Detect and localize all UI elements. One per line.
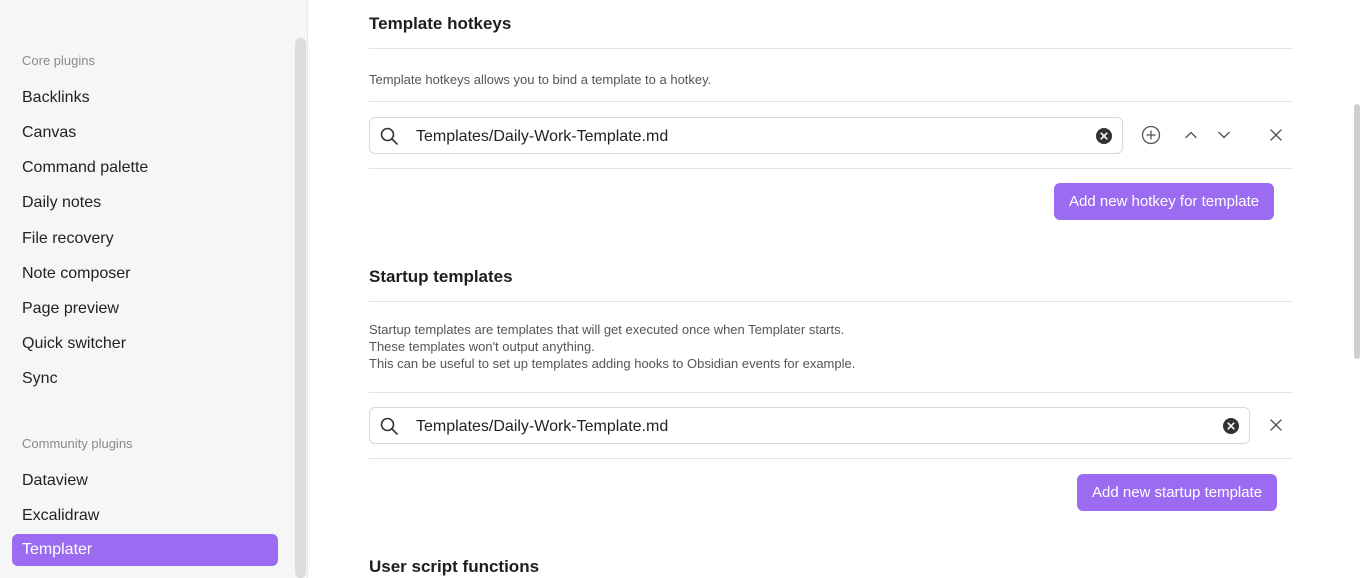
startup-templates-description: Startup templates are templates that wil…: [369, 321, 855, 372]
move-down-button[interactable]: [1212, 123, 1236, 147]
move-up-button[interactable]: [1179, 123, 1203, 147]
sidebar-item-canvas[interactable]: Canvas: [12, 117, 278, 149]
sidebar-item-file-recovery[interactable]: File recovery: [12, 223, 278, 255]
sidebar-item-command-palette[interactable]: Command palette: [12, 152, 278, 184]
sidebar-item-note-composer[interactable]: Note composer: [12, 258, 278, 290]
sidebar-item-excalidraw[interactable]: Excalidraw: [12, 500, 278, 532]
remove-hotkey-button[interactable]: [1264, 123, 1288, 147]
add-hotkey-button[interactable]: Add new hotkey for template: [1054, 183, 1275, 220]
divider: [369, 301, 1293, 302]
remove-startup-template-button[interactable]: [1264, 413, 1288, 437]
template-hotkeys-title: Template hotkeys: [369, 14, 512, 33]
divider: [369, 101, 1293, 102]
clear-icon[interactable]: [1096, 128, 1112, 144]
content-scrollbar[interactable]: [1354, 104, 1360, 359]
description-line: These templates won't output anything.: [369, 339, 595, 354]
divider: [369, 458, 1293, 459]
startup-template-value: Templates/Daily-Work-Template.md: [416, 418, 669, 435]
sidebar-item-sync[interactable]: Sync: [12, 363, 278, 395]
description-line: This can be useful to set up templates a…: [369, 356, 856, 371]
sidebar-item-daily-notes[interactable]: Daily notes: [12, 187, 278, 219]
template-hotkeys-description: Template hotkeys allows you to bind a te…: [369, 72, 712, 87]
startup-template-search-input[interactable]: Templates/Daily-Work-Template.md: [369, 407, 1250, 444]
close-icon: [1270, 419, 1282, 431]
divider: [369, 392, 1293, 393]
divider: [369, 48, 1293, 49]
add-hotkey-icon[interactable]: [1139, 123, 1163, 147]
startup-templates-title: Startup templates: [369, 267, 513, 286]
community-plugins-heading: Community plugins: [22, 436, 133, 451]
user-script-functions-title: User script functions: [369, 557, 540, 576]
add-circle-icon: [1141, 125, 1161, 145]
chevron-up-icon: [1185, 131, 1197, 139]
hotkey-template-search-input[interactable]: Templates/Daily-Work-Template.md: [369, 117, 1123, 154]
divider: [369, 168, 1293, 169]
sidebar-item-dataview[interactable]: Dataview: [12, 465, 278, 497]
close-icon: [1270, 129, 1282, 141]
core-plugins-heading: Core plugins: [22, 53, 95, 68]
sidebar-item-backlinks[interactable]: Backlinks: [12, 82, 278, 114]
clear-icon[interactable]: [1223, 418, 1239, 434]
settings-content: Template hotkeys Template hotkeys allows…: [369, 0, 1293, 578]
description-line: Startup templates are templates that wil…: [369, 322, 845, 337]
sidebar-item-page-preview[interactable]: Page preview: [12, 293, 278, 325]
sidebar-scrollbar[interactable]: [295, 38, 306, 578]
sidebar-item-quick-switcher[interactable]: Quick switcher: [12, 328, 278, 360]
search-icon: [380, 417, 398, 435]
chevron-down-icon: [1218, 131, 1230, 139]
sidebar-item-templater[interactable]: Templater: [12, 534, 278, 566]
add-startup-template-button[interactable]: Add new startup template: [1077, 474, 1278, 511]
settings-sidebar: Core plugins Backlinks Canvas Command pa…: [0, 0, 308, 578]
hotkey-template-value: Templates/Daily-Work-Template.md: [416, 128, 669, 145]
search-icon: [380, 127, 398, 145]
